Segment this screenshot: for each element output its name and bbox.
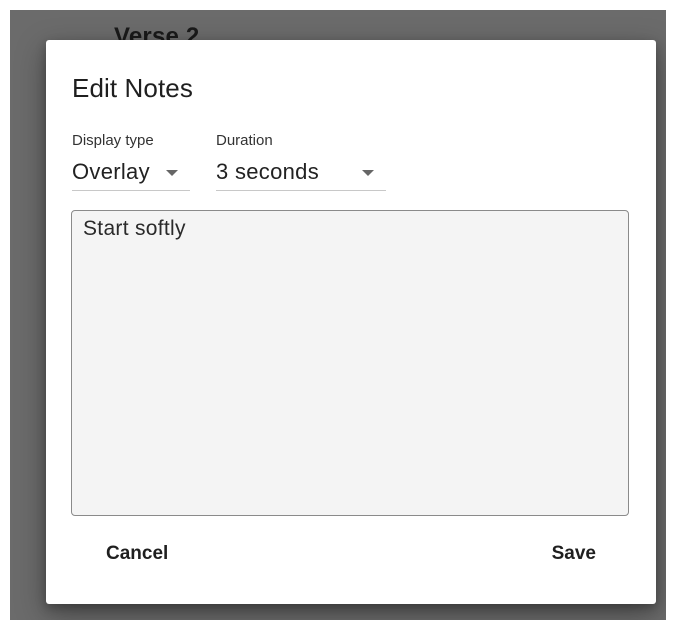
cancel-button[interactable]: Cancel — [96, 536, 178, 572]
display-type-label: Display type — [72, 132, 154, 149]
edit-notes-dialog: Edit Notes Display type Overlay Duration… — [46, 40, 656, 604]
duration-value: 3 seconds — [216, 159, 319, 184]
dialog-title: Edit Notes — [72, 73, 193, 103]
caret-down-icon — [362, 170, 374, 176]
display-type-value: Overlay — [72, 159, 150, 184]
duration-label: Duration — [216, 132, 273, 149]
notes-textarea[interactable]: Start softly — [71, 210, 629, 516]
caret-down-icon — [166, 170, 178, 176]
save-button[interactable]: Save — [542, 536, 606, 572]
display-type-select[interactable]: Display type Overlay — [72, 132, 190, 191]
duration-select[interactable]: Duration 3 seconds — [216, 132, 386, 191]
app-screen: Verse 2 Edit Notes Display type Overlay … — [10, 10, 666, 620]
